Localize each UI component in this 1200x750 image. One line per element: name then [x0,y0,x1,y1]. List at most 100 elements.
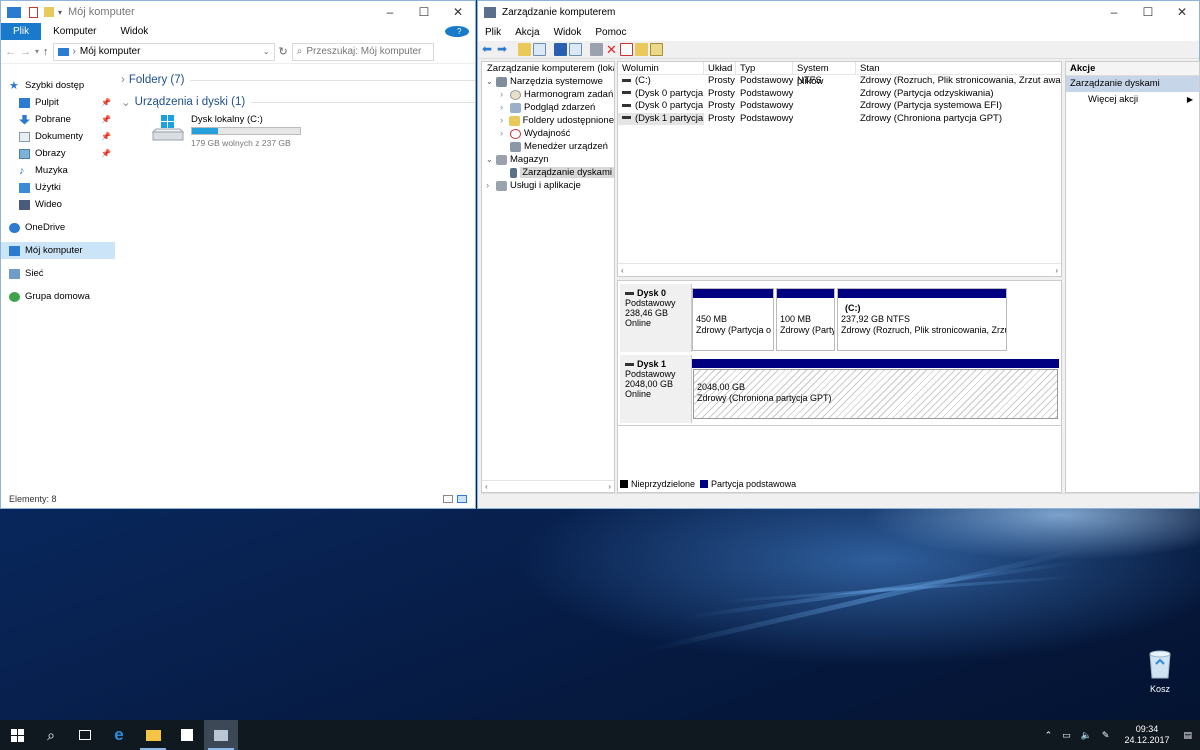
chevron-down-icon[interactable]: ▾ [58,8,62,17]
check-icon[interactable] [620,43,633,56]
wizard-icon[interactable] [650,43,663,56]
tree-shared-folders[interactable]: › Foldery udostępnione [482,114,614,127]
scroll-left-icon[interactable]: ‹ [485,481,488,492]
scroll-left-icon[interactable]: ‹ [621,266,624,275]
disk-1-row[interactable]: Dysk 1 Podstawowy 2048,00 GB Online 2048… [618,355,1061,425]
disk-0-row[interactable]: Dysk 0 Podstawowy 238,46 GB Online 450 M… [618,284,1061,354]
disk-1-label[interactable]: Dysk 1 Podstawowy 2048,00 GB Online [620,355,692,423]
nav-homegroup[interactable]: Grupa domowa [1,288,115,305]
col-volume[interactable]: Wolumin [618,62,704,74]
new-folder-icon[interactable] [44,7,54,17]
menu-action[interactable]: Akcja [508,27,546,38]
clock[interactable]: 09:34 24.12.2017 [1114,724,1179,746]
back-icon[interactable]: ← [5,46,16,58]
chevron-down-icon[interactable]: ⌄ [486,77,496,86]
volume-hscroll[interactable]: ‹ › [618,263,1061,276]
nav-item-pulpit[interactable]: Pulpit 📌 [1,94,115,111]
explorer-titlebar[interactable]: ▾ Mój komputer – ☐ ✕ [1,1,475,23]
forward-icon[interactable]: → [20,46,31,58]
drive-c-tile[interactable]: Dysk lokalny (C:) 179 GB wolnych z 237 G… [151,111,311,151]
nav-item-pobrane[interactable]: Pobrane 📌 [1,111,115,128]
tree-system-tools[interactable]: ⌄ Narzędzia systemowe [482,75,614,88]
col-status[interactable]: Stan [856,62,1061,74]
group-folders[interactable]: › Foldery (7) [117,71,475,89]
menu-file[interactable]: Plik [478,27,508,38]
table-row[interactable]: (Dysk 0 partycja 2) Prosty Podstawowy Zd… [618,100,1061,113]
tree-services[interactable]: › Usługi i aplikacje [482,179,614,192]
tree-scheduler[interactable]: › Harmonogram zadań [482,88,614,101]
help-icon[interactable] [554,43,567,56]
nav-item-wideo[interactable]: Wideo [1,196,115,213]
up-folder-icon[interactable] [518,43,531,56]
properties-icon[interactable] [569,43,582,56]
help-icon[interactable]: ? [439,26,475,37]
nav-item-dokumenty[interactable]: Dokumenty 📌 [1,128,115,145]
recent-dropdown-icon[interactable]: ▾ [35,47,39,56]
delete-icon[interactable]: ✕ [605,43,618,56]
show-tree-icon[interactable] [533,43,546,56]
store-button[interactable] [170,720,204,750]
chevron-right-icon[interactable]: › [500,128,510,139]
chevron-down-icon[interactable]: ⌄ [121,95,131,109]
explorer-window[interactable]: ▾ Mój komputer – ☐ ✕ Plik Komputer Widok… [0,0,476,509]
partition-recovery[interactable]: 450 MB Zdrowy (Partycja o [692,288,774,351]
connect-icon[interactable] [590,43,603,56]
tab-file[interactable]: Plik [1,23,42,40]
chevron-right-icon[interactable]: › [500,89,510,100]
details-view-icon[interactable] [443,495,453,503]
menu-view[interactable]: Widok [547,27,589,38]
notifications-icon[interactable]: ▤ [1179,730,1200,741]
pin-icon[interactable]: 📌 [101,149,111,158]
chevron-right-icon[interactable]: › [500,102,510,113]
pen-icon[interactable]: ✎ [1097,730,1115,741]
actions-section[interactable]: Zarządzanie dyskami [1066,76,1199,92]
address-field[interactable]: › Mój komputer ⌄ [52,42,275,61]
recycle-bin[interactable]: Kosz [1140,648,1180,694]
nav-this-pc[interactable]: Mój komputer [1,242,115,259]
chevron-right-icon[interactable]: › [486,180,496,191]
task-view-button[interactable] [68,720,102,750]
chevron-right-icon[interactable]: › [121,74,125,86]
breadcrumb-current[interactable]: Mój komputer [80,46,141,57]
menu-help[interactable]: Pomoc [588,27,633,38]
folder-icon[interactable] [635,43,648,56]
maximize-button[interactable]: ☐ [1131,1,1165,23]
search-button[interactable]: ⌕ [34,720,68,750]
network-icon[interactable]: ▭ [1057,730,1076,741]
maximize-button[interactable]: ☐ [407,1,441,23]
tiles-view-icon[interactable] [457,495,467,503]
col-filesystem[interactable]: System plików [793,62,856,87]
mgmt-titlebar[interactable]: Zarządzanie komputerem – ☐ ✕ [478,1,1199,23]
table-row[interactable]: (Dysk 1 partycja 1) Prosty Podstawowy Zd… [618,112,1061,125]
col-type[interactable]: Typ [736,62,793,74]
chevron-up-icon[interactable]: ⌃ [1040,730,1058,741]
pin-icon[interactable]: 📌 [101,98,111,107]
tab-view[interactable]: Widok [108,26,160,37]
computer-management-taskbar-button[interactable] [204,720,238,750]
partition-gpt-protective[interactable]: 2048,00 GB Zdrowy (Chroniona partycja GPT… [692,359,1059,422]
tree-event-viewer[interactable]: › Podgląd zdarzeń [482,101,614,114]
close-button[interactable]: ✕ [1165,1,1199,23]
up-icon[interactable]: ↑ [43,46,49,58]
chevron-down-icon[interactable]: ⌄ [486,155,496,164]
tree-root[interactable]: Zarządzanie komputerem (loka [482,62,614,75]
close-button[interactable]: ✕ [441,1,475,23]
more-actions[interactable]: Więcej akcji ▶ [1066,92,1199,107]
start-button[interactable] [0,720,34,750]
minimize-button[interactable]: – [373,1,407,23]
properties-icon[interactable] [29,6,38,18]
nav-item-muzyka[interactable]: ♪ Muzyka [1,162,115,179]
partition-c[interactable]: (C:) 237,92 GB NTFS Zdrowy (Rozruch, Plik … [837,288,1007,351]
pin-icon[interactable]: 📌 [101,132,111,141]
nav-network[interactable]: Sieć [1,265,115,282]
tab-computer[interactable]: Komputer [41,26,108,37]
nav-item-uzytki[interactable]: Użytki [1,179,115,196]
tree-performance[interactable]: › Wydajność [482,127,614,140]
search-input[interactable]: ⌕ Przeszukaj: Mój komputer [291,42,434,61]
edge-button[interactable]: e [102,720,136,750]
nav-item-obrazy[interactable]: Obrazy 📌 [1,145,115,162]
back-icon[interactable]: ⬅ [482,43,495,56]
table-row[interactable]: (C:) Prosty Podstawowy NTFS Zdrowy (Rozr… [618,75,1061,88]
tree-hscroll[interactable]: ‹ › [482,480,614,492]
scroll-right-icon[interactable]: › [1055,266,1058,275]
